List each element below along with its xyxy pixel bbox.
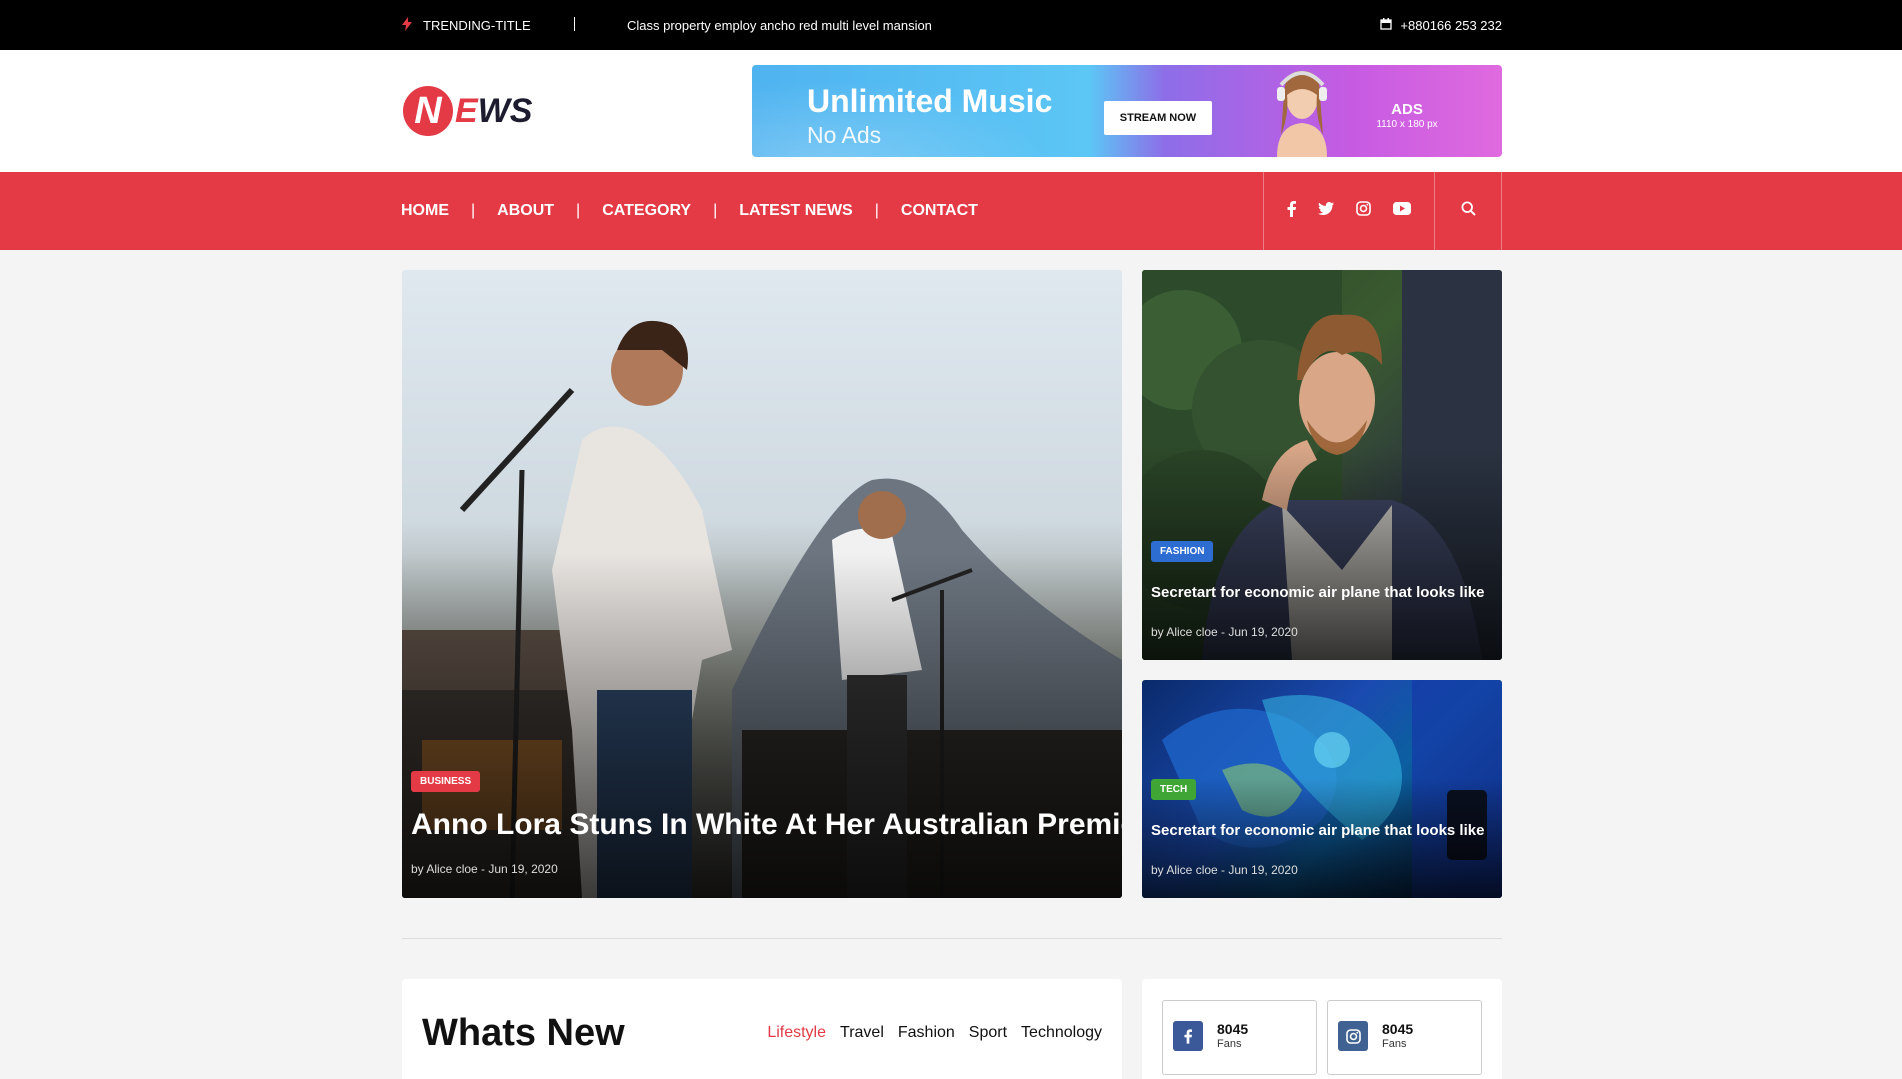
ad-banner[interactable]: Unlimited Music No Ads STREAM NOW ADS 11… [752, 65, 1502, 157]
tab-sport[interactable]: Sport [969, 1024, 1007, 1042]
main-nav: HOME | ABOUT | CATEGORY | LATEST NEWS | … [0, 172, 1902, 250]
nav-divider: | [576, 202, 581, 219]
fan-count: 8045 [1217, 1021, 1249, 1037]
section-divider [402, 938, 1502, 939]
search-icon [1460, 201, 1476, 221]
post-meta: by Alice cloe - Jun 19, 2020 [1151, 863, 1298, 877]
trending-headline[interactable]: Class property employ ancho red multi le… [627, 0, 932, 50]
ads-info: ADS 1110 x 180 px [1357, 101, 1457, 130]
logo-n: N [403, 86, 453, 136]
nav-divider: | [713, 202, 718, 219]
calendar-icon [1380, 17, 1393, 33]
phone-contact: +880166 253 232 [1380, 0, 1502, 50]
facebook-icon[interactable] [1287, 200, 1296, 222]
site-logo[interactable]: N E WS [403, 85, 532, 137]
trending-label: TRENDING-TITLE [423, 17, 531, 33]
post-meta: by Alice cloe - Jun 19, 2020 [1151, 625, 1298, 639]
topbar-divider [574, 17, 575, 31]
social-links [1263, 172, 1435, 250]
category-badge[interactable]: TECH [1151, 779, 1197, 800]
phone-number[interactable]: +880166 253 232 [1400, 18, 1502, 33]
side-post-title[interactable]: Secretart for economic air plane that lo… [1151, 822, 1484, 839]
side-post[interactable]: FASHION Secretart for economic air plane… [1142, 270, 1502, 660]
nav-contact[interactable]: CONTACT [901, 202, 978, 220]
ad-model-image [1277, 70, 1327, 157]
nav-home[interactable]: HOME [401, 202, 449, 220]
tab-technology[interactable]: Technology [1021, 1024, 1102, 1042]
fan-label: Fans [1217, 1038, 1242, 1050]
fan-count: 8045 [1382, 1021, 1414, 1037]
ads-size: 1110 x 180 px [1376, 119, 1438, 130]
fan-label: Fans [1382, 1038, 1407, 1050]
social-fans-widget: 8045 Fans 8045 Fans [1142, 979, 1502, 1079]
logo-e: E [455, 91, 478, 130]
ad-subtitle: No Ads [807, 122, 882, 148]
instagram-fans-box[interactable]: 8045 Fans [1327, 1000, 1482, 1075]
section-title: Whats New [422, 1012, 625, 1054]
nav-menu: HOME | ABOUT | CATEGORY | LATEST NEWS | … [401, 172, 978, 250]
post-meta: by Alice cloe - Jun 19, 2020 [411, 862, 558, 876]
whats-new-section: Whats New Lifestyle Travel Fashion Sport… [402, 979, 1122, 1079]
youtube-icon[interactable] [1393, 202, 1411, 220]
tab-travel[interactable]: Travel [840, 1024, 884, 1042]
featured-title[interactable]: Anno Lora Stuns In White At Her Australi… [411, 808, 1122, 842]
search-button[interactable] [1435, 172, 1502, 250]
category-tabs: Lifestyle Travel Fashion Sport Technolog… [767, 1024, 1102, 1042]
category-badge[interactable]: BUSINESS [411, 771, 481, 792]
trending: TRENDING-TITLE [401, 0, 531, 50]
nav-latest-news[interactable]: LATEST NEWS [739, 202, 852, 220]
side-post[interactable]: TECH Secretart for economic air plane th… [1142, 680, 1502, 898]
nav-category[interactable]: CATEGORY [602, 202, 691, 220]
logo-ws: WS [477, 91, 533, 130]
bolt-icon [401, 16, 413, 34]
facebook-fans-box[interactable]: 8045 Fans [1162, 1000, 1317, 1075]
stream-now-button[interactable]: STREAM NOW [1104, 101, 1212, 135]
nav-divider: | [874, 202, 879, 219]
instagram-icon [1338, 1021, 1368, 1051]
facebook-icon [1173, 1021, 1203, 1051]
tab-lifestyle[interactable]: Lifestyle [767, 1024, 826, 1042]
side-post-title[interactable]: Secretart for economic air plane that lo… [1151, 584, 1484, 601]
instagram-icon[interactable] [1356, 201, 1371, 221]
nav-about[interactable]: ABOUT [497, 202, 554, 220]
ad-title: Unlimited Music [807, 83, 1053, 119]
featured-post[interactable]: BUSINESS Anno Lora Stuns In White At Her… [402, 270, 1122, 898]
top-bar: TRENDING-TITLE Class property employ anc… [0, 0, 1902, 50]
site-header: N E WS Unlimited Music No Ads STREAM NOW… [0, 50, 1902, 172]
twitter-icon[interactable] [1318, 202, 1334, 220]
nav-divider: | [471, 202, 476, 219]
ads-label: ADS [1391, 101, 1423, 118]
category-badge[interactable]: FASHION [1151, 541, 1214, 562]
tab-fashion[interactable]: Fashion [898, 1024, 955, 1042]
